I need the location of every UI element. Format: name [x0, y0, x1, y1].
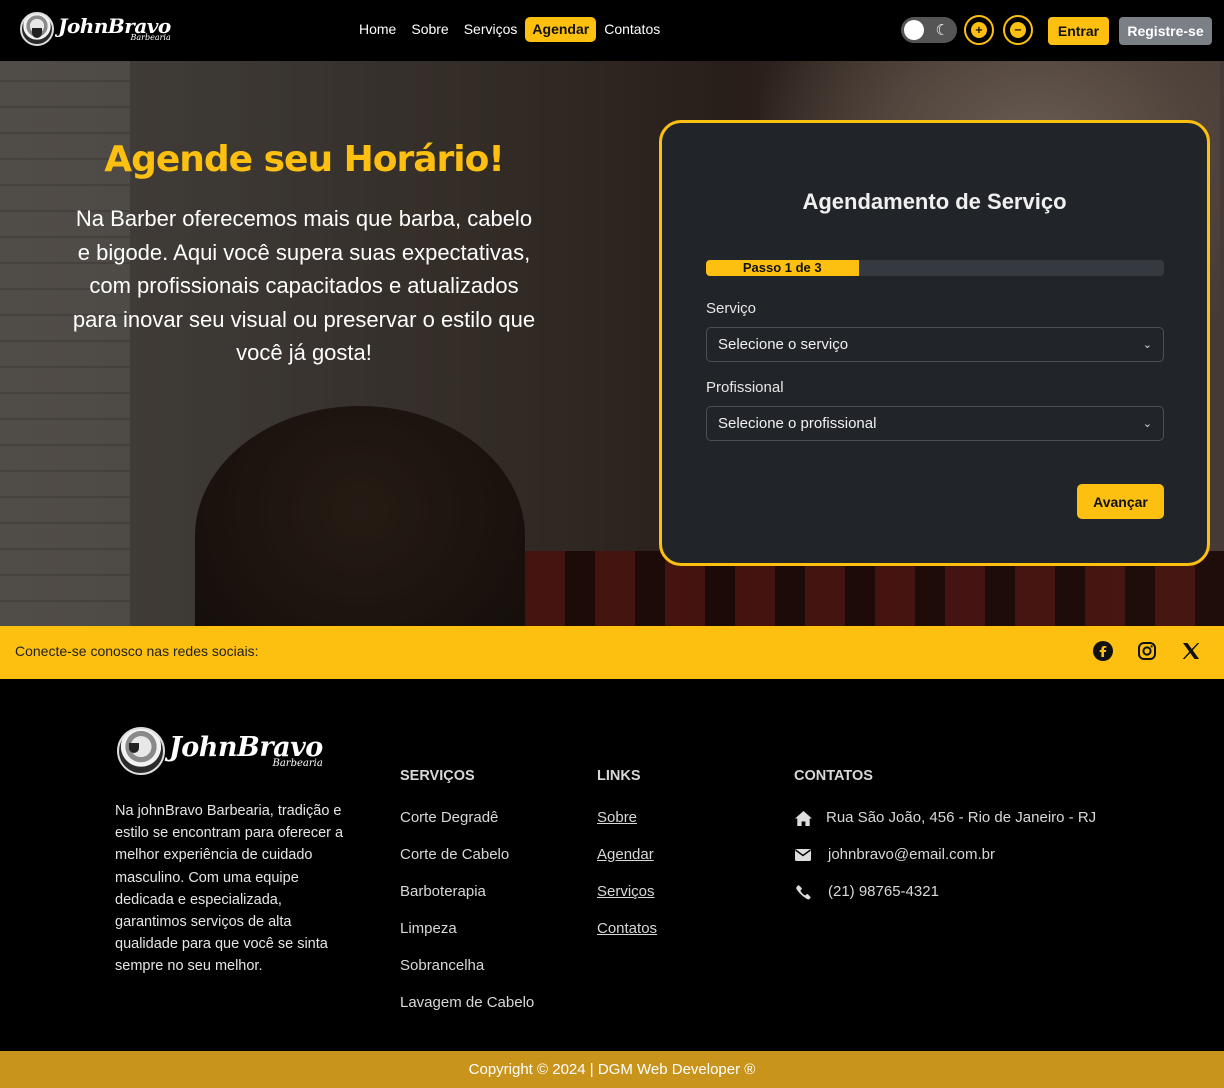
hero-text: Na Barber oferecemos mais que barba, cab… [72, 206, 536, 365]
footer-logo[interactable]: JohnBravo Barbearia [117, 727, 323, 775]
brand-logo[interactable]: JohnBravo Barbearia [20, 12, 171, 46]
links-heading: LINKS [597, 768, 641, 784]
professional-label: Profissional [706, 379, 784, 396]
brand-sub: Barbearia [130, 33, 171, 42]
phone-icon [794, 883, 812, 901]
navbar: JohnBravo Barbearia Home Sobre Serviços … [0, 0, 1224, 61]
footer: JohnBravo Barbearia Na johnBravo Barbear… [0, 679, 1224, 1051]
next-button[interactable]: Avançar [1077, 484, 1164, 519]
footer-service-item[interactable]: Corte de Cabelo [400, 846, 509, 863]
zoom-out-button[interactable]: − [1003, 15, 1033, 45]
services-heading: SERVIÇOS [400, 768, 475, 784]
theme-toggle[interactable]: ☾ [901, 17, 957, 43]
contact-phone: (21) 98765-4321 [828, 883, 939, 900]
hero-title: Agende seu Horário! [104, 139, 505, 180]
main-nav: Home Sobre Serviços Agendar Contatos [352, 17, 668, 42]
facebook-icon[interactable] [1092, 640, 1114, 662]
social-bar: Conecte-se conosco nas redes sociais: [0, 626, 1224, 679]
home-icon [794, 809, 812, 827]
footer-service-item[interactable]: Barboterapia [400, 883, 486, 900]
nav-home[interactable]: Home [352, 17, 403, 42]
service-label: Serviço [706, 300, 757, 317]
booking-progress: Passo 1 de 3 [706, 260, 1164, 276]
footer-link-contatos[interactable]: Contatos [597, 920, 657, 937]
progress-bar: Passo 1 de 3 [706, 260, 859, 276]
footer-service-item[interactable]: Sobrancelha [400, 957, 484, 974]
barber-emblem-icon [20, 12, 54, 46]
professional-select-value: Selecione o profissional [718, 415, 877, 432]
booking-title: Agendamento de Serviço [802, 189, 1067, 214]
service-select-value: Selecione o serviço [718, 336, 849, 353]
contact-email: johnbravo@email.com.br [828, 846, 995, 863]
nav-agendar[interactable]: Agendar [525, 17, 597, 42]
moon-icon: ☾ [935, 21, 949, 39]
zoom-out-icon: − [1010, 22, 1026, 38]
footer-brand-sub: Barbearia [272, 757, 323, 769]
nav-contatos[interactable]: Contatos [597, 17, 667, 42]
toggle-knob [904, 20, 924, 40]
footer-service-item[interactable]: Corte Degradê [400, 809, 498, 826]
professional-select[interactable]: Selecione o profissional ⌄ [706, 406, 1164, 441]
service-select[interactable]: Selecione o serviço ⌄ [706, 327, 1164, 362]
footer-about: Na johnBravo Barbearia, tradição e estil… [115, 803, 344, 975]
zoom-in-icon: + [971, 22, 987, 38]
footer-link-agendar[interactable]: Agendar [597, 846, 654, 863]
nav-servicos[interactable]: Serviços [457, 17, 525, 42]
envelope-icon [794, 846, 812, 864]
contact-address: Rua São João, 456 - Rio de Janeiro - RJ [826, 809, 1097, 826]
footer-link-sobre[interactable]: Sobre [597, 809, 637, 826]
nav-sobre[interactable]: Sobre [404, 17, 455, 42]
register-button[interactable]: Registre-se [1119, 17, 1212, 45]
social-text: Conecte-se conosco nas redes sociais: [15, 643, 259, 659]
hero-section: Agende seu Horário! Na Barber oferecemos… [0, 61, 1224, 626]
login-button[interactable]: Entrar [1048, 17, 1109, 45]
chevron-down-icon: ⌄ [1142, 418, 1152, 430]
footer-service-item[interactable]: Limpeza [400, 920, 457, 937]
footer-link-servicos[interactable]: Serviços [597, 883, 655, 900]
contacts-heading: CONTATOS [794, 768, 873, 784]
chevron-down-icon: ⌄ [1142, 339, 1152, 351]
x-icon[interactable] [1180, 640, 1202, 662]
footer-brand-name: JohnBravo [169, 731, 323, 763]
zoom-in-button[interactable]: + [964, 15, 994, 45]
booking-card: Agendamento de Serviço Passo 1 de 3 Serv… [659, 120, 1210, 566]
instagram-icon[interactable] [1136, 640, 1158, 662]
barber-emblem-icon [117, 727, 165, 775]
copyright-bar: Copyright © 2024 | DGM Web Developer ® [0, 1051, 1224, 1088]
footer-service-item[interactable]: Lavagem de Cabelo [400, 994, 534, 1011]
